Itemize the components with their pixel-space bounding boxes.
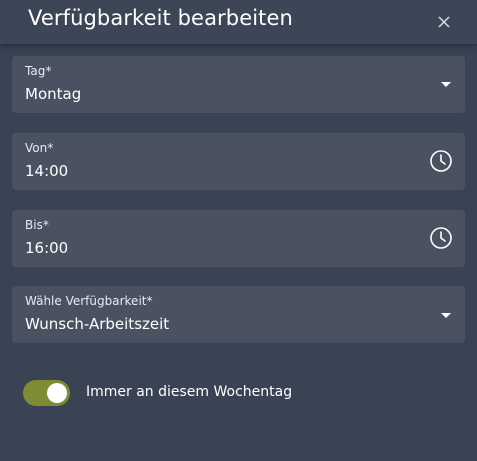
to-time-value: 16:00 (25, 239, 69, 257)
availability-select[interactable]: Wähle Verfügbarkeit* Wunsch-Arbeitszeit (12, 286, 465, 343)
day-select[interactable]: Tag* Montag (12, 56, 465, 113)
day-select-value: Montag (25, 85, 82, 103)
to-time-field[interactable]: Bis* 16:00 (12, 210, 465, 267)
availability-select-label: Wähle Verfügbarkeit* (25, 294, 153, 308)
from-time-field[interactable]: Von* 14:00 (12, 133, 465, 190)
from-time-label: Von* (25, 141, 54, 155)
close-icon[interactable] (434, 12, 454, 32)
day-select-label: Tag* (25, 64, 52, 78)
availability-select-value: Wunsch-Arbeitszeit (25, 315, 170, 333)
dialog-header: Verfügbarkeit bearbeiten (0, 0, 477, 44)
to-time-label: Bis* (25, 218, 49, 232)
caret-down-icon (441, 82, 451, 87)
weekday-toggle-label: Immer an diesem Wochentag (86, 384, 293, 400)
dialog-title: Verfügbarkeit bearbeiten (28, 6, 293, 30)
caret-down-icon (441, 313, 451, 318)
from-time-value: 14:00 (25, 162, 69, 180)
clock-icon[interactable] (429, 226, 453, 250)
weekday-toggle[interactable] (23, 380, 70, 406)
toggle-knob (47, 383, 67, 403)
clock-icon[interactable] (429, 149, 453, 173)
